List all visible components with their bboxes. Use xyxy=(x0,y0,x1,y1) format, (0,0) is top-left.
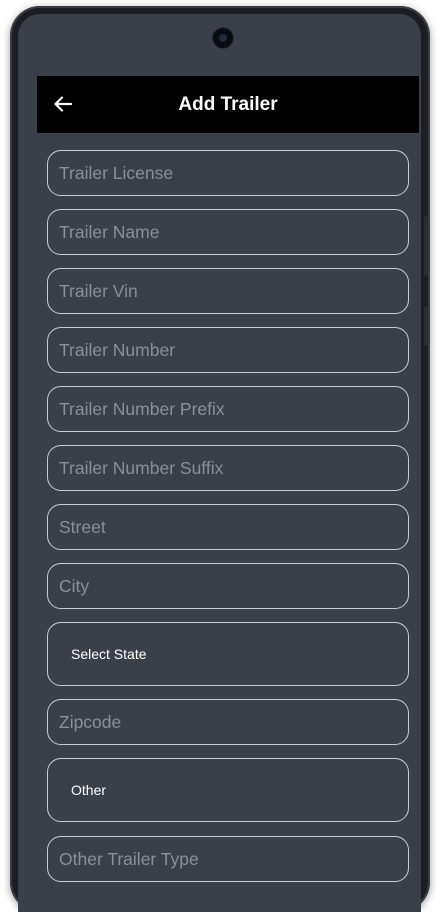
front-camera xyxy=(213,28,233,48)
trailer-type-select-value: Other xyxy=(71,782,107,798)
trailer-vin-placeholder: Trailer Vin xyxy=(59,280,138,301)
other-trailer-type-field[interactable]: Other Trailer Type xyxy=(47,836,409,882)
page-title: Add Trailer xyxy=(178,94,278,115)
trailer-number-suffix-field[interactable]: Trailer Number Suffix xyxy=(47,445,409,491)
zipcode-field[interactable]: Zipcode xyxy=(47,699,409,745)
city-placeholder: City xyxy=(59,575,90,596)
app-bar: Add Trailer xyxy=(37,76,419,133)
trailer-vin-field[interactable]: Trailer Vin xyxy=(47,268,409,314)
zipcode-placeholder: Zipcode xyxy=(59,711,122,732)
trailer-name-placeholder: Trailer Name xyxy=(59,221,160,242)
city-field[interactable]: City xyxy=(47,563,409,609)
volume-button xyxy=(424,216,428,276)
trailer-number-suffix-placeholder: Trailer Number Suffix xyxy=(59,457,224,478)
trailer-name-field[interactable]: Trailer Name xyxy=(47,209,409,255)
other-trailer-type-placeholder: Other Trailer Type xyxy=(59,848,199,869)
state-select-value: Select State xyxy=(71,646,147,662)
street-field[interactable]: Street xyxy=(47,504,409,550)
state-select[interactable]: Select State xyxy=(47,622,409,686)
trailer-number-field[interactable]: Trailer Number xyxy=(47,327,409,373)
trailer-license-field[interactable]: Trailer License xyxy=(47,150,409,196)
trailer-number-prefix-field[interactable]: Trailer Number Prefix xyxy=(47,386,409,432)
trailer-license-placeholder: Trailer License xyxy=(59,162,174,183)
trailer-type-select[interactable]: Other xyxy=(47,758,409,822)
power-button xyxy=(424,306,428,346)
trailer-number-prefix-placeholder: Trailer Number Prefix xyxy=(59,398,225,419)
trailer-number-placeholder: Trailer Number xyxy=(59,339,176,360)
street-placeholder: Street xyxy=(59,516,106,537)
